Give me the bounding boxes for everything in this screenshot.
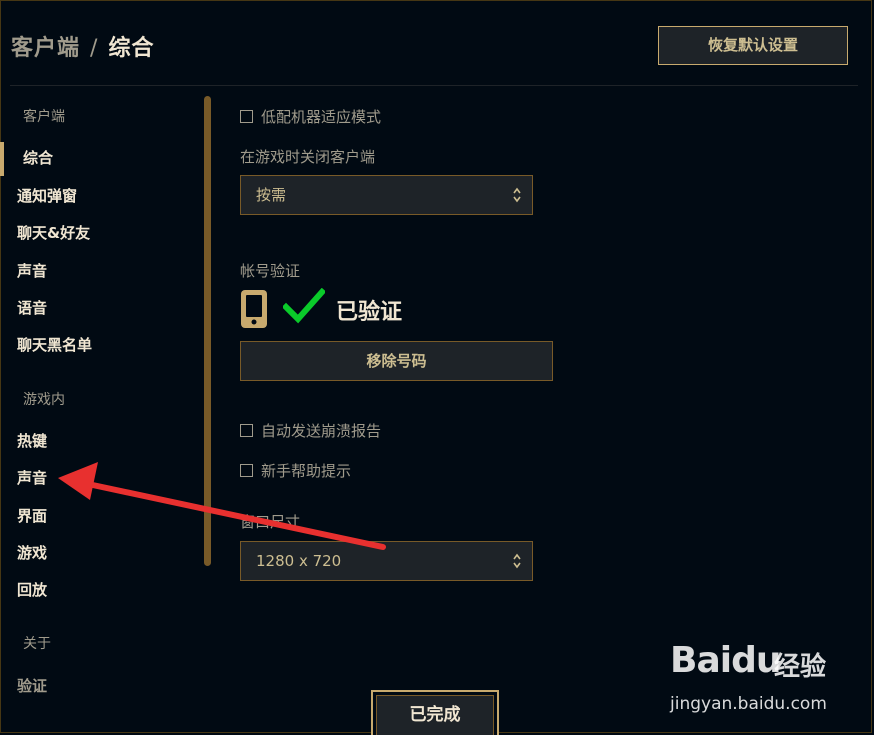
up-down-chevron-icon [513,553,521,569]
restore-defaults-button[interactable]: 恢复默认设置 [658,26,848,65]
sidebar-item-replays[interactable]: 回放 [17,579,47,600]
breadcrumb-parent: 客户端 [11,36,81,61]
close-client-select[interactable]: 按需 [240,175,533,215]
sidebar-item-hotkeys[interactable]: 热键 [17,430,47,451]
newbie-tips-checkbox[interactable] [240,464,253,477]
window-size-value: 1280 x 720 [256,552,342,570]
sidebar-section-client: 客户端 [23,109,65,125]
low-spec-mode-checkbox[interactable] [240,110,253,123]
sidebar-item-game[interactable]: 游戏 [17,542,47,563]
sidebar-item-chat-blocklist[interactable]: 聊天黑名单 [17,334,92,355]
close-client-label: 在游戏时关闭客户端 [240,148,376,166]
remove-number-button[interactable]: 移除号码 [240,341,553,381]
sidebar-item-ingame-sound[interactable]: 声音 [17,467,47,488]
active-indicator [0,142,4,176]
phone-icon [241,290,267,328]
breadcrumb-separator: / [90,36,99,61]
checkmark-icon [283,288,325,324]
sidebar-item-interface[interactable]: 界面 [17,505,47,526]
sidebar-item-general[interactable]: 综合 [23,147,53,168]
window-size-label: 窗口尺寸 [240,513,301,531]
auto-crash-report-label: 自动发送崩溃报告 [261,422,382,440]
sidebar-section-about: 关于 [23,636,51,652]
breadcrumb: 客户端 / 综合 [11,30,154,62]
window-size-select[interactable]: 1280 x 720 [240,541,533,581]
sidebar-section-ingame: 游戏内 [23,392,65,408]
page-title: 综合 [108,36,155,61]
sidebar-item-client-sound[interactable]: 声音 [17,260,47,281]
header-divider [10,85,858,86]
auto-crash-report-checkbox[interactable] [240,424,253,437]
newbie-tips-label: 新手帮助提示 [261,462,352,480]
close-client-value: 按需 [256,186,287,204]
up-down-chevron-icon [513,187,521,203]
newbie-tips-row[interactable]: 新手帮助提示 [240,460,351,481]
sidebar-item-voice[interactable]: 语音 [17,297,47,318]
sidebar-item-verification[interactable]: 验证 [17,675,47,696]
account-verify-label: 帐号验证 [240,262,301,280]
sidebar-scrollbar[interactable] [204,96,211,566]
sidebar-item-chat-friends[interactable]: 聊天&好友 [17,222,90,243]
low-spec-mode-label: 低配机器适应模式 [261,108,382,126]
low-spec-mode-row[interactable]: 低配机器适应模式 [240,106,381,127]
auto-crash-report-row[interactable]: 自动发送崩溃报告 [240,420,381,441]
done-button[interactable]: 已完成 [376,695,494,735]
sidebar-item-notifications[interactable]: 通知弹窗 [17,185,77,206]
verified-status: 已验证 [336,300,403,325]
